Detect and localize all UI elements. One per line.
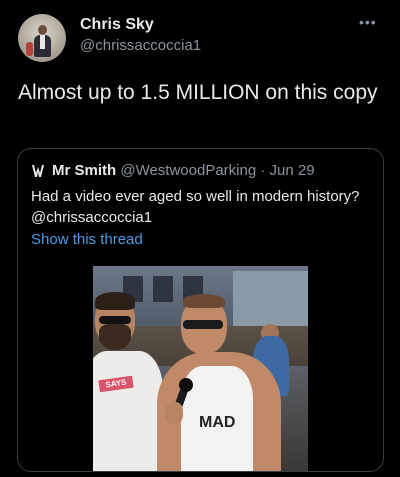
quoted-author-handle[interactable]: @WestwoodParking [120,162,256,179]
avatar-detail [40,35,45,49]
media-hand [165,402,183,424]
show-thread-link[interactable]: Show this thread [31,231,143,248]
author-handle[interactable]: @chrissaccoccia1 [80,37,201,54]
quoted-tweet-date[interactable]: Jun 29 [270,162,315,179]
quoted-tweet-text: Had a video ever aged so well in modern … [31,188,360,226]
media-interviewer-sunglasses [99,316,131,324]
media-tanktop-text: MAD [199,414,236,431]
quoted-tweet-media[interactable]: SAYS MAD [93,266,308,471]
media-interviewer-hair [95,292,135,310]
quoted-tweet-card[interactable]: Mr Smith @WestwoodParking · Jun 29 Had a… [17,148,384,472]
media-interviewer [93,351,163,471]
author-name[interactable]: Chris Sky [80,16,154,34]
quoted-tweet-header: Mr Smith @WestwoodParking · Jun 29 [52,162,315,179]
author-avatar[interactable] [18,14,66,62]
more-options-icon[interactable]: ••• [359,14,377,30]
avatar-detail [38,25,47,35]
meta-separator: · [260,162,266,179]
media-window [153,276,173,302]
media-speaker-sunglasses [183,320,223,329]
mr-smith-logo-icon [32,165,44,177]
avatar-detail [26,42,33,56]
media-interviewer-beard [99,324,131,350]
tweet-text: Almost up to 1.5 MILLION on this copy [18,81,378,104]
media-speaker-hair [183,294,225,308]
microphone [179,378,193,392]
quoted-author-name[interactable]: Mr Smith [52,162,116,179]
